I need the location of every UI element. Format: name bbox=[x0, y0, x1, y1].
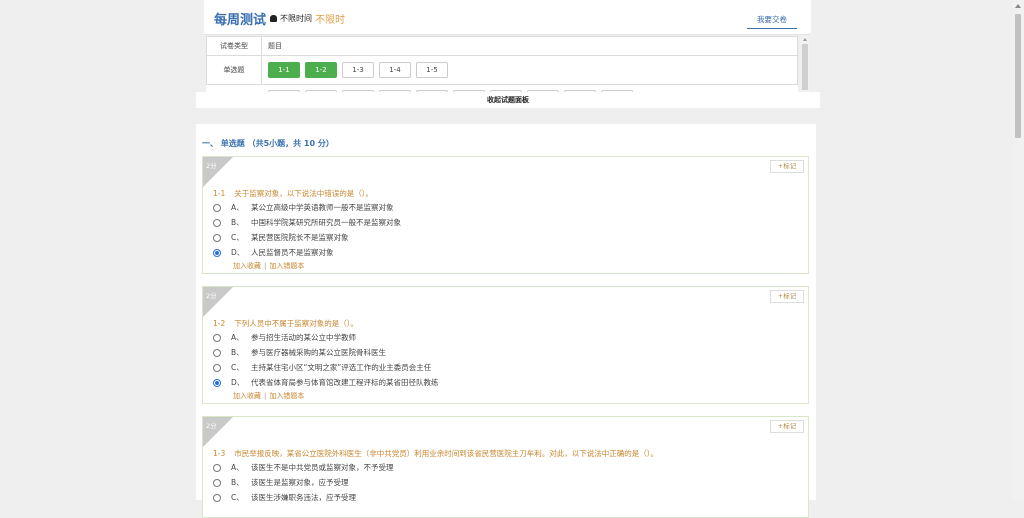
option-text: 该医生涉嫌职务违法，应予受理 bbox=[251, 493, 356, 502]
scroll-up-arrow-icon[interactable] bbox=[1015, 4, 1021, 8]
option-text: 某公立高级中学英语教师一般不是监察对象 bbox=[251, 203, 394, 212]
question-card: 2分 +标记 1-1 关于监察对象，以下说法中错误的是（）。 A、 某公立高级中学英… bbox=[202, 156, 809, 274]
add-favorite-link[interactable]: 加入收藏 bbox=[233, 262, 261, 270]
option-row[interactable]: C、 该医生涉嫌职务违法，应予受理 bbox=[213, 492, 356, 503]
question-actions: 加入收藏 | 加入错题本 bbox=[233, 262, 305, 270]
page-scrollbar[interactable] bbox=[1012, 0, 1024, 500]
question-stem: 1-2 下列人员中不属于监察对象的是（）。 bbox=[213, 318, 358, 329]
question-nav-button[interactable]: 1-2 bbox=[305, 62, 337, 78]
mark-button[interactable]: +标记 bbox=[770, 290, 804, 303]
add-wrong-book-link[interactable]: 加入错题本 bbox=[269, 262, 304, 270]
col-header-type: 试卷类型 bbox=[206, 36, 262, 56]
question-nav-button[interactable]: 1-3 bbox=[342, 62, 374, 78]
option-text: 参与招生活动的某公立中学教师 bbox=[251, 333, 356, 342]
option-radio[interactable] bbox=[213, 348, 221, 357]
option-text: 该医生是监察对象，应予受理 bbox=[251, 478, 349, 487]
question-buttons: 1-1 1-2 1-3 1-4 1-5 bbox=[261, 55, 798, 85]
timer-value: 不限时 bbox=[315, 15, 345, 26]
question-panel-table: 试卷类型 题目 单选题 1-1 1-2 1-3 1-4 1-5 bbox=[206, 36, 798, 85]
option-letter: C、 bbox=[231, 363, 244, 372]
page-scroll-thumb[interactable] bbox=[1015, 14, 1021, 138]
option-text: 人民监督员不是监察对象 bbox=[251, 248, 334, 257]
question-stem: 1-3 市民举报反映，某省公立医院外科医生（非中共党员）利用业余时间到该省民营医院… bbox=[213, 448, 658, 459]
option-row[interactable]: C、 某民营医院院长不是监察对象 bbox=[213, 232, 349, 243]
panel-scroll-thumb[interactable] bbox=[802, 44, 808, 90]
add-wrong-book-link[interactable]: 加入错题本 bbox=[269, 392, 304, 400]
scroll-up-arrow-icon[interactable] bbox=[803, 38, 807, 41]
question-number: 1-1 bbox=[213, 189, 226, 198]
add-favorite-link[interactable]: 加入收藏 bbox=[233, 392, 261, 400]
question-score: 2分 bbox=[206, 292, 217, 300]
question-score: 2分 bbox=[206, 422, 217, 430]
option-letter: B、 bbox=[231, 478, 244, 487]
question-number: 1-3 bbox=[213, 449, 226, 458]
question-panel: 试卷类型 题目 单选题 1-1 1-2 1-3 1-4 1-5 bbox=[206, 36, 798, 92]
option-row[interactable]: A、 该医生不是中共党员或监察对象，不予受理 bbox=[213, 462, 394, 473]
option-letter: C、 bbox=[231, 493, 244, 502]
option-letter: D、 bbox=[231, 378, 245, 387]
question-card: 2分 +标记 1-2 下列人员中不属于监察对象的是（）。 A、 参与招生活动的某公立… bbox=[202, 286, 809, 404]
option-row[interactable]: B、 参与医疗器械采购的某公立医院骨科医生 bbox=[213, 347, 386, 358]
option-row[interactable]: D、 代表省体育局参与体育馆改建工程评标的某省田径队教练 bbox=[213, 377, 439, 388]
option-row[interactable]: D、 人民监督员不是监察对象 bbox=[213, 247, 334, 258]
option-letter: A、 bbox=[231, 333, 244, 342]
option-radio[interactable] bbox=[213, 233, 221, 242]
col-header-questions: 题目 bbox=[261, 36, 798, 56]
option-row[interactable]: B、 中国科学院某研究所研究员一般不是监察对象 bbox=[213, 217, 401, 228]
questions-area: 一、 单选题 （共5小题，共 10 分） 2分 +标记 1-1 关于监察对象，以下… bbox=[196, 124, 816, 518]
question-stem: 1-1 关于监察对象，以下说法中错误的是（）。 bbox=[213, 188, 373, 199]
section-title: 一、 单选题 （共5小题，共 10 分） bbox=[202, 139, 334, 148]
question-card: 2分 +标记 1-3 市民举报反映，某省公立医院外科医生（非中共党员）利用业余时间… bbox=[202, 416, 809, 518]
option-row[interactable]: C、 主持某住宅小区“文明之家”评选工作的业主委员会主任 bbox=[213, 362, 431, 373]
option-text: 某民营医院院长不是监察对象 bbox=[251, 233, 349, 242]
question-score: 2分 bbox=[206, 162, 217, 170]
option-text: 参与医疗器械采购的某公立医院骨科医生 bbox=[251, 348, 386, 357]
option-text: 该医生不是中共党员或监察对象，不予受理 bbox=[251, 463, 394, 472]
option-radio[interactable] bbox=[213, 363, 221, 372]
row-type-label: 单选题 bbox=[206, 55, 262, 85]
mark-button[interactable]: +标记 bbox=[770, 420, 804, 433]
submit-exam-button[interactable]: 我要交卷 bbox=[747, 12, 797, 29]
option-letter: A、 bbox=[231, 203, 244, 212]
exam-header: 每周测试 不限时间 不限时 我要交卷 bbox=[204, 0, 811, 35]
page-title: 每周测试 bbox=[214, 13, 267, 28]
option-text: 主持某住宅小区“文明之家”评选工作的业主委员会主任 bbox=[251, 363, 432, 372]
option-radio[interactable] bbox=[213, 493, 221, 502]
question-nav-button[interactable]: 1-1 bbox=[268, 62, 300, 78]
option-row[interactable]: B、 该医生是监察对象，应予受理 bbox=[213, 477, 349, 488]
question-text: 关于监察对象，以下说法中错误的是（）。 bbox=[234, 189, 373, 198]
option-letter: B、 bbox=[231, 348, 244, 357]
collapse-panel-button[interactable]: 收起试题面板 bbox=[196, 92, 820, 108]
option-radio[interactable] bbox=[213, 463, 221, 472]
bell-icon bbox=[270, 15, 277, 22]
option-text: 中国科学院某研究所研究员一般不是监察对象 bbox=[251, 218, 401, 227]
option-text: 代表省体育局参与体育馆改建工程评标的某省田径队教练 bbox=[251, 378, 439, 387]
option-row[interactable]: A、 某公立高级中学英语教师一般不是监察对象 bbox=[213, 202, 394, 213]
question-text: 市民举报反映，某省公立医院外科医生（非中共党员）利用业余时间到该省民营医院主刀牟… bbox=[234, 449, 658, 458]
option-radio[interactable] bbox=[213, 478, 221, 487]
panel-scrollbar[interactable] bbox=[801, 36, 809, 92]
option-radio[interactable] bbox=[213, 333, 221, 342]
question-nav-button[interactable]: 1-4 bbox=[379, 62, 411, 78]
option-radio[interactable] bbox=[213, 218, 221, 227]
timer: 不限时间 不限时 bbox=[270, 11, 345, 26]
option-radio[interactable] bbox=[213, 203, 221, 212]
option-letter: C、 bbox=[231, 233, 244, 242]
question-actions: 加入收藏 | 加入错题本 bbox=[233, 392, 305, 400]
option-row[interactable]: A、 参与招生活动的某公立中学教师 bbox=[213, 332, 356, 343]
mark-button[interactable]: +标记 bbox=[770, 160, 804, 173]
option-letter: A、 bbox=[231, 463, 244, 472]
option-radio-selected[interactable] bbox=[213, 248, 221, 257]
timer-label: 不限时间 bbox=[280, 14, 312, 23]
question-text: 下列人员中不属于监察对象的是（）。 bbox=[234, 319, 358, 328]
question-nav-button[interactable]: 1-5 bbox=[416, 62, 448, 78]
option-radio-selected[interactable] bbox=[213, 378, 221, 387]
option-letter: B、 bbox=[231, 218, 244, 227]
option-letter: D、 bbox=[231, 248, 245, 257]
question-number: 1-2 bbox=[213, 319, 226, 328]
